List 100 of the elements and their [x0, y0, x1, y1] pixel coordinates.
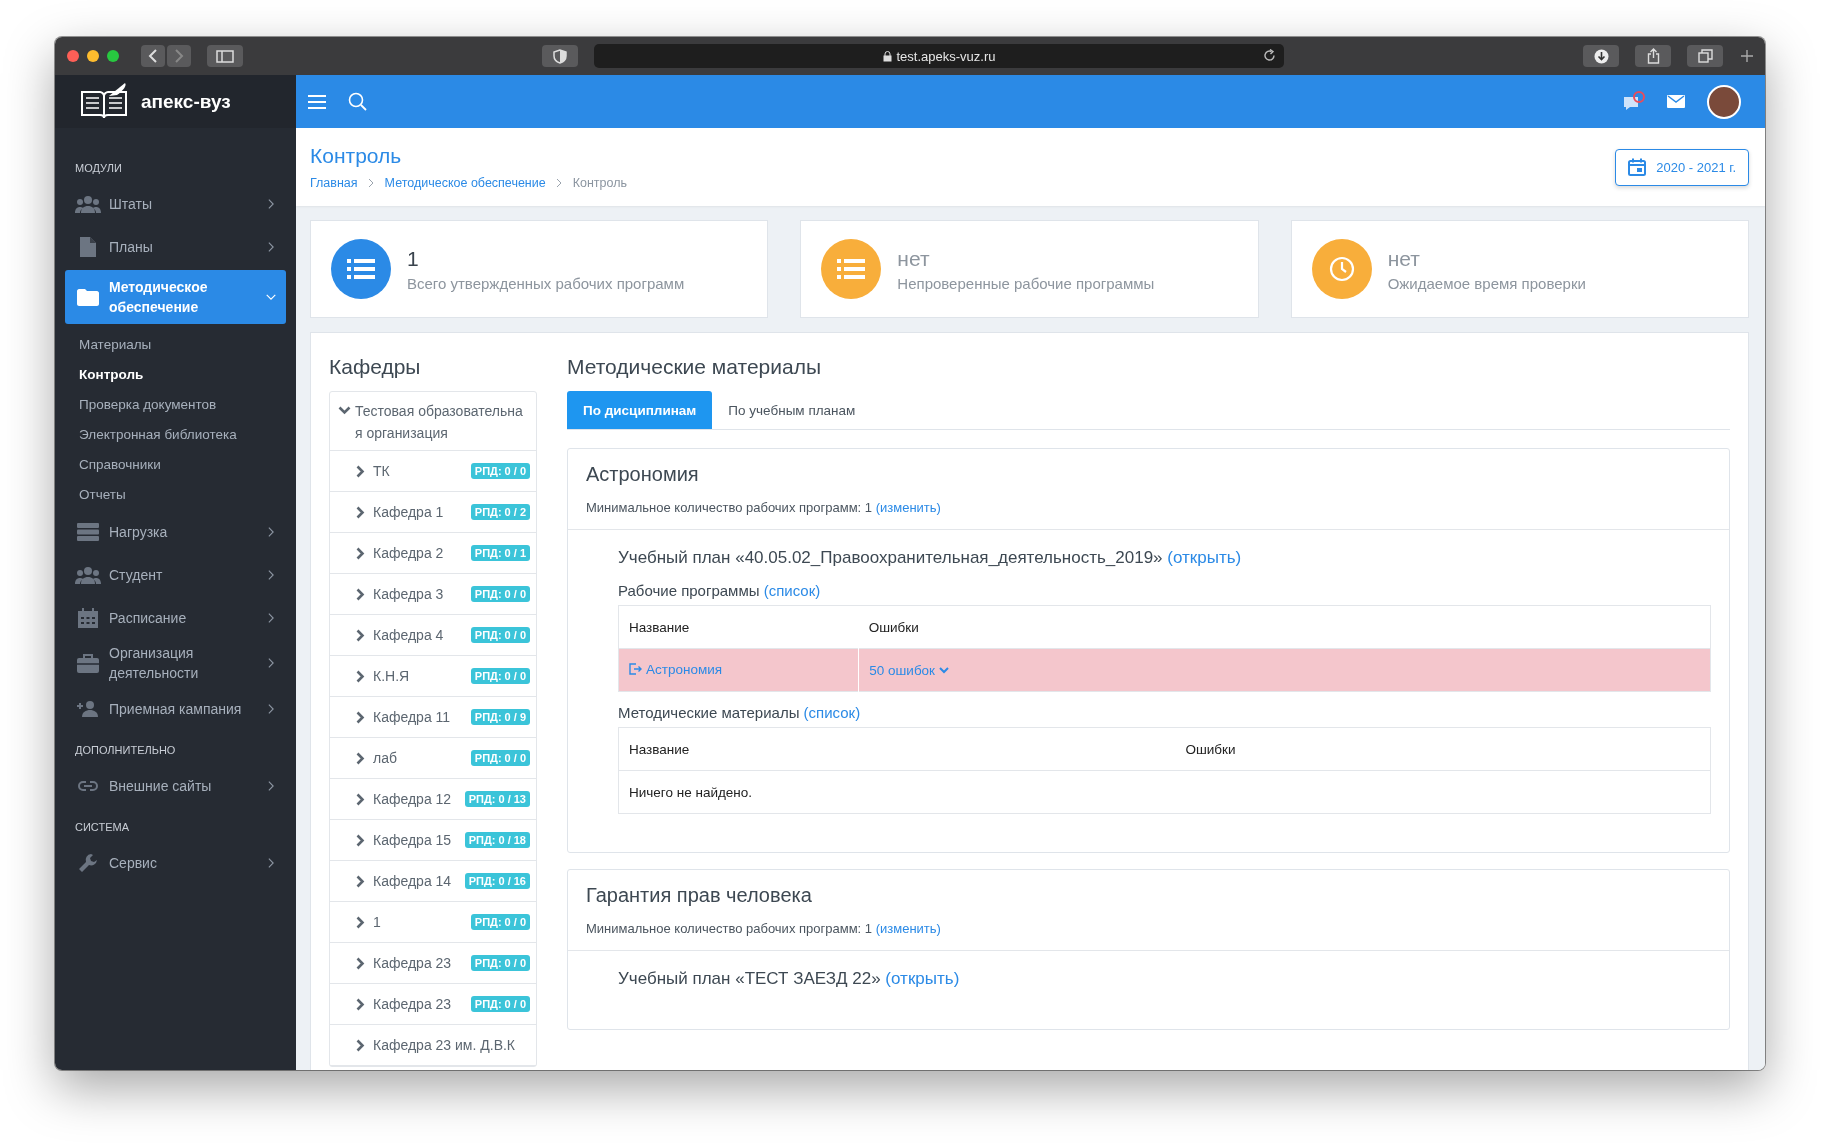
discipline-title: Астрономия [586, 463, 700, 486]
column-header: Название [618, 727, 1176, 771]
sidebar-item[interactable]: Сервис [65, 841, 286, 884]
sidebar-subitem[interactable]: Отчеты [65, 480, 286, 510]
tab[interactable]: По дисциплинам [567, 391, 713, 429]
url-text: test.apeks-vuz.ru [882, 48, 996, 64]
study-plan-title: Учебный план «ТЕСТ ЗАЕЗД 22» [618, 969, 881, 988]
downloads-button[interactable] [1583, 45, 1619, 67]
external-link-icon [629, 663, 642, 676]
chevron-right-icon [354, 669, 367, 683]
search-icon[interactable] [348, 92, 367, 111]
chevron-right-icon [354, 997, 367, 1011]
chevron-right-icon [266, 855, 276, 870]
change-link[interactable]: (изменить) [875, 921, 941, 936]
list-link[interactable]: (список) [763, 582, 821, 599]
sidebar-item[interactable]: Внешние сайты [65, 764, 286, 807]
tree-item[interactable]: 1 РПД: 0 / 0 [330, 902, 536, 943]
sidebar-subitem[interactable]: Электронная библиотека [65, 420, 286, 450]
tree-item[interactable]: Кафедра 15 РПД: 0 / 18 [330, 820, 536, 861]
tab[interactable]: По учебным планам [712, 391, 872, 429]
share-icon [1646, 48, 1660, 64]
new-tab-icon[interactable] [1741, 50, 1753, 62]
tree-item[interactable]: ТК РПД: 0 / 0 [330, 451, 536, 492]
list-link[interactable]: (список) [803, 704, 861, 721]
count-badge: РПД: 0 / 16 [464, 873, 530, 889]
chevron-right-icon [266, 196, 276, 211]
tree-item[interactable]: Кафедра 11 РПД: 0 / 9 [330, 697, 536, 738]
count-badge: РПД: 0 / 0 [470, 668, 530, 684]
sidebar-item[interactable]: Планы [65, 225, 286, 268]
tree-item[interactable]: Тестовая образовательная организация [330, 392, 536, 451]
sidebar-item[interactable]: Штаты [65, 182, 286, 225]
open-link[interactable]: (открыть) [1167, 548, 1242, 567]
chevron-right-icon [266, 778, 276, 793]
breadcrumb-current: Контроль [572, 176, 627, 190]
tree-item[interactable]: Кафедра 14 РПД: 0 / 16 [330, 861, 536, 902]
menu-icon[interactable] [308, 94, 326, 109]
reload-icon[interactable] [1263, 49, 1276, 62]
tabs-button[interactable] [1687, 45, 1723, 67]
section-title: Методические материалы [567, 355, 822, 379]
server-icon [77, 522, 99, 541]
count-badge: РПД: 0 / 0 [470, 914, 530, 930]
sidebar-section-heading: МОДУЛИ [74, 161, 123, 176]
chevron-right-icon [354, 505, 367, 519]
file-icon [80, 236, 96, 257]
minimize-window-button[interactable] [87, 50, 99, 62]
chevron-right-icon [266, 701, 276, 716]
tree-item[interactable]: Кафедра 23 РПД: 0 / 0 [330, 984, 536, 1025]
chevron-right-icon [266, 656, 276, 670]
sidebar-item[interactable]: Организация деятельности [65, 639, 286, 687]
chevron-right-icon [354, 874, 367, 888]
back-button[interactable] [141, 45, 165, 67]
privacy-button[interactable] [542, 45, 578, 67]
change-link[interactable]: (изменить) [875, 500, 941, 515]
breadcrumb-link[interactable]: Главная [310, 176, 358, 190]
count-badge: РПД: 0 / 18 [464, 832, 530, 848]
close-window-button[interactable] [67, 50, 79, 62]
sidebar-subitem[interactable]: Материалы [65, 330, 286, 360]
sidebar-item[interactable]: Нагрузка [65, 510, 286, 553]
tree-item[interactable]: Кафедра 23 РПД: 0 / 0 [330, 943, 536, 984]
mail-icon[interactable] [1667, 95, 1685, 108]
count-badge: РПД: 0 / 0 [470, 463, 530, 479]
sidebar-subitem[interactable]: Проверка документов [65, 390, 286, 420]
chevron-right-icon [354, 792, 367, 806]
tree-item[interactable]: Кафедра 4 РПД: 0 / 0 [330, 615, 536, 656]
breadcrumb-link[interactable]: Методическое обеспечение [384, 176, 546, 190]
add-user-icon [77, 700, 99, 717]
sidebar-item[interactable]: Приемная кампания [65, 687, 286, 730]
tree-item[interactable]: Кафедра 23 им. Д.В.К [330, 1025, 536, 1066]
sidebar-section-heading: СИСТЕМА [74, 820, 130, 835]
tree-item[interactable]: К.Н.Я РПД: 0 / 0 [330, 656, 536, 697]
tree-item[interactable]: Кафедра 2 РПД: 0 / 1 [330, 533, 536, 574]
sidebar-item[interactable]: Расписание [65, 596, 286, 639]
chevron-right-icon [354, 710, 367, 724]
share-button[interactable] [1635, 45, 1671, 67]
sidebar-item[interactable]: Методическое обеспечение [65, 270, 286, 324]
briefcase-icon [77, 653, 99, 673]
stat-label: Непроверенные рабочие программы [897, 274, 1155, 292]
sidebar-subitem[interactable]: Справочники [65, 450, 286, 480]
sidebar-toggle-button[interactable] [207, 45, 243, 67]
chevron-right-icon [354, 546, 367, 560]
tree-item[interactable]: Кафедра 1 РПД: 0 / 2 [330, 492, 536, 533]
count-badge: РПД: 0 / 13 [464, 791, 530, 807]
academic-year-button[interactable]: 2020 - 2021 г. [1615, 148, 1749, 186]
sidebar-subitem[interactable]: Контроль [65, 360, 286, 390]
count-badge: РПД: 0 / 0 [470, 586, 530, 602]
chevron-right-icon [266, 524, 276, 539]
address-bar[interactable]: test.apeks-vuz.ru [594, 44, 1284, 68]
count-badge: РПД: 0 / 0 [470, 955, 530, 971]
chat-notification-icon[interactable] [1623, 90, 1645, 113]
discipline-title: Гарантия прав человека [586, 884, 813, 907]
tree-item[interactable]: лаб РПД: 0 / 0 [330, 738, 536, 779]
count-badge: РПД: 0 / 0 [470, 750, 530, 766]
tree-item[interactable]: Кафедра 12 РПД: 0 / 13 [330, 779, 536, 820]
stat-value: нет [897, 246, 931, 271]
open-link[interactable]: (открыть) [885, 969, 960, 988]
sidebar-item[interactable]: Студент [65, 553, 286, 596]
avatar[interactable] [1707, 84, 1741, 119]
zoom-window-button[interactable] [107, 50, 119, 62]
tree-item[interactable]: Кафедра 3 РПД: 0 / 0 [330, 574, 536, 615]
table-heading: Методические материалы [618, 704, 800, 721]
